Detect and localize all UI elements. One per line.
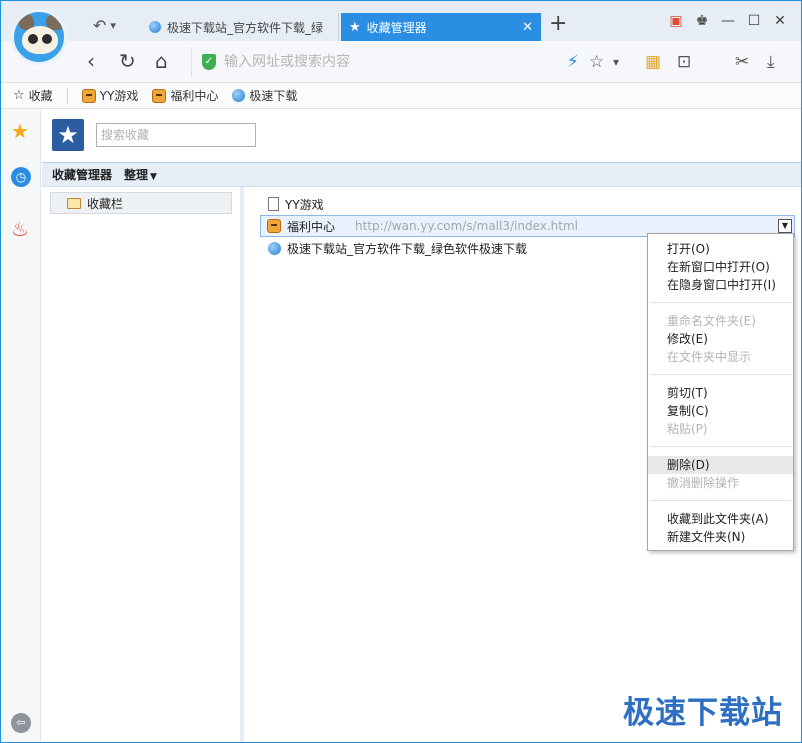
organize-menu[interactable]: 整理 ▼ [124, 166, 157, 183]
tab-label: 收藏管理器 [366, 20, 427, 35]
exit-icon[interactable]: ⇦ [11, 713, 31, 733]
bookmarks-bar: ☆ 收藏 YY游戏 福利中心 极速下载 [1, 83, 801, 109]
scissors-icon[interactable]: ✂ [735, 52, 749, 72]
organize-label: 整理 [124, 168, 149, 182]
globe-icon [268, 241, 281, 255]
star-icon: ★ [349, 19, 361, 35]
logo-eye [28, 34, 38, 44]
globe-icon [232, 89, 246, 102]
bookmark-title: 极速下载站_官方软件下载_绿色软件极速下载 [287, 241, 528, 256]
apps-icon[interactable]: ▦ [645, 52, 661, 72]
new-tab-button[interactable]: + [549, 11, 567, 36]
sidebar-rail: ★ ◷ ♨ ⇦ [1, 109, 41, 742]
window-controls: ▣ ♚ — ☐ ✕ [663, 13, 793, 29]
chevron-down-icon[interactable]: ▾ [613, 55, 619, 69]
history-back-dropdown[interactable]: ↶ ▾ [93, 14, 116, 36]
bookmark-yy-games[interactable]: YY游戏 [81, 87, 139, 104]
download-icon[interactable]: ⤓ [767, 52, 775, 72]
address-input[interactable] [224, 54, 544, 70]
menu-separator [650, 446, 791, 447]
menu-item-show-in-folder: 在文件夹中显示 [667, 350, 752, 364]
close-tab-icon[interactable]: ✕ [522, 20, 533, 35]
tiger-icon [81, 88, 96, 103]
tab-jisu[interactable]: 极速下载站_官方软件下载_绿 [141, 13, 339, 41]
bookmark-label: 福利中心 [170, 89, 219, 103]
history-clock-icon[interactable]: ◷ [11, 167, 31, 187]
shield-icon: ✓ [202, 54, 216, 70]
bookmark-welfare-center[interactable]: 福利中心 [152, 87, 218, 104]
bookmark-label: 收藏 [28, 89, 53, 103]
browser-logo[interactable] [11, 9, 67, 65]
tree-item-label: 收藏栏 [87, 196, 124, 211]
tab-bar: ↶ ▾ 极速下载站_官方软件下载_绿 ★ 收藏管理器 ✕ + ▣ ♚ — ☐ ✕ [1, 1, 801, 41]
reload-button[interactable]: ↻ [119, 49, 136, 73]
divider [66, 87, 68, 104]
manager-toolbar: 收藏管理器 整理 ▼ [42, 163, 801, 187]
bookmarks-bar-favorites[interactable]: ☆ 收藏 [13, 87, 53, 104]
minimize-button[interactable]: — [715, 13, 741, 29]
menu-item-copy[interactable]: 复制(C) [648, 402, 793, 420]
tiger-icon [267, 219, 281, 233]
gamepad-icon[interactable]: ⊡ [677, 52, 691, 72]
menu-item-open[interactable]: 打开(O) [648, 240, 793, 258]
row-menu-dropdown-button[interactable]: ▼ [778, 219, 792, 233]
menu-item-cut[interactable]: 剪切(T) [648, 384, 793, 402]
menu-item-delete[interactable]: 删除(D) [648, 456, 793, 474]
close-window-button[interactable]: ✕ [767, 13, 793, 29]
lightning-icon[interactable]: ⚡ [567, 52, 579, 72]
tab-bookmark-manager[interactable]: ★ 收藏管理器 ✕ [341, 13, 541, 41]
gift-icon[interactable]: ▣ [663, 13, 689, 29]
back-button[interactable]: ‹ [87, 49, 95, 73]
menu-separator [650, 302, 791, 303]
tree-item-bookmarks-bar[interactable]: 收藏栏 [50, 192, 232, 214]
bookmark-title: YY游戏 [285, 197, 324, 212]
logo-eye [42, 34, 52, 44]
globe-icon [149, 21, 161, 33]
bookmark-label: 极速下载 [249, 89, 298, 103]
bookmark-title: 福利中心 [287, 219, 336, 234]
favorites-star-icon[interactable]: ★ [11, 119, 29, 143]
bookmark-jisu[interactable]: 极速下载 [232, 87, 297, 104]
maximize-button[interactable]: ☐ [741, 13, 767, 29]
manager-title: 收藏管理器 [52, 168, 113, 182]
tab-label: 极速下载站_官方软件下载_绿 [167, 20, 324, 35]
bookmark-url: http://wan.yy.com/s/mall3/index.html [355, 219, 579, 233]
bookmark-label: YY游戏 [99, 89, 139, 103]
context-menu: 打开(O) 在新窗口中打开(O) 在隐身窗口中打开(I) 重命名文件夹(E) 修… [647, 233, 794, 551]
document-icon [268, 197, 279, 211]
menu-item-edit[interactable]: 修改(E) [648, 330, 793, 348]
browser-window: ↶ ▾ 极速下载站_官方软件下载_绿 ★ 收藏管理器 ✕ + ▣ ♚ — ☐ ✕ … [0, 0, 802, 743]
chevron-down-icon: ▾ [110, 18, 116, 32]
list-item[interactable]: YY游戏 [248, 193, 801, 215]
search-bookmarks-input[interactable] [96, 123, 256, 147]
star-icon: ☆ [13, 88, 25, 103]
bookmark-star-icon[interactable]: ☆ [589, 52, 604, 72]
home-button[interactable]: ⌂ [155, 49, 168, 73]
menu-separator [650, 374, 791, 375]
menu-item-open-incognito[interactable]: 在隐身窗口中打开(I) [648, 276, 793, 294]
menu-item-open-new-window[interactable]: 在新窗口中打开(O) [648, 258, 793, 276]
undo-icon: ↶ [93, 15, 107, 35]
folder-tree: 收藏栏 [42, 187, 244, 742]
watermark-text: 极速下载站 [623, 695, 783, 731]
menu-item-rename-folder: 重命名文件夹(E) [667, 314, 756, 328]
navigation-bar: ‹ ↻ ⌂ ✓ ⚡ ☆ ▾ ▦ ⊡ ✂ ⤓ [1, 41, 801, 83]
hot-fire-icon[interactable]: ♨ [11, 217, 29, 241]
menu-separator [650, 500, 791, 501]
skin-icon[interactable]: ♚ [689, 13, 715, 29]
menu-item-bookmark-to-folder[interactable]: 收藏到此文件夹(A) [648, 510, 793, 528]
menu-item-paste: 粘贴(P) [667, 422, 708, 436]
bookmark-manager-star-icon: ★ [52, 119, 84, 151]
manager-header: ★ [42, 109, 801, 163]
folder-icon [67, 197, 81, 209]
caret-down-icon: ▼ [150, 172, 157, 182]
menu-item-new-folder[interactable]: 新建文件夹(N) [648, 528, 793, 546]
tiger-icon [152, 88, 167, 103]
menu-item-undo-delete: 撤消删除操作 [667, 476, 740, 490]
